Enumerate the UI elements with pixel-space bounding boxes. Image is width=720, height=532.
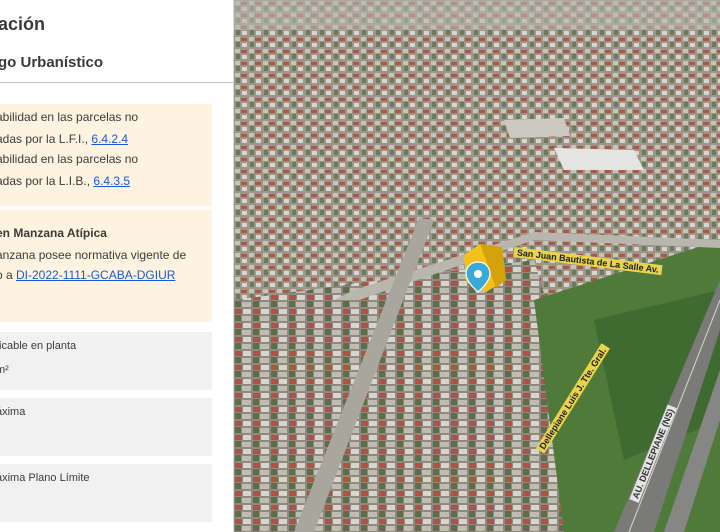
card-label: ficable en planta	[0, 340, 77, 352]
buildable-area-card: ficable en planta m²	[0, 332, 212, 390]
max-height-limit-card: áxima Plano Límite	[0, 464, 212, 522]
panel-subtitle: go Urbanístico	[0, 54, 104, 71]
card-text: anzana posee normativa vigente de	[0, 248, 187, 262]
aerial-map[interactable]: San Juan Bautista de La Salle Av. Dellep…	[234, 0, 720, 532]
edificability-card: abilidad en las parcelas no adas por la …	[0, 104, 212, 206]
article-link[interactable]: 6.4.2.4	[91, 132, 128, 146]
info-panel: ación go Urbanístico abilidad en las par…	[0, 0, 234, 532]
card-text: adas por la L.I.B., 6.4.3.5	[0, 174, 131, 188]
article-link[interactable]: 6.4.3.5	[93, 174, 130, 188]
card-text: adas por la L.F.I., 6.4.2.4	[0, 132, 129, 146]
panel-divider	[0, 82, 233, 83]
card-text: abilidad en las parcelas no	[0, 152, 139, 166]
panel-title: ación	[0, 14, 46, 34]
card-text: o a DI-2022-1111-GCABA-DGIUR	[0, 268, 176, 282]
card-text: abilidad en las parcelas no	[0, 110, 139, 124]
card-heading: en Manzana Atípica	[0, 226, 107, 240]
card-label: áxima	[0, 406, 26, 418]
card-value: m²	[0, 364, 9, 376]
card-label: áxima Plano Límite	[0, 472, 90, 484]
disposition-link[interactable]: DI-2022-1111-GCABA-DGIUR	[16, 268, 175, 282]
max-height-card: áxima	[0, 398, 212, 456]
atypical-block-card: en Manzana Atípica anzana posee normativ…	[0, 210, 212, 322]
